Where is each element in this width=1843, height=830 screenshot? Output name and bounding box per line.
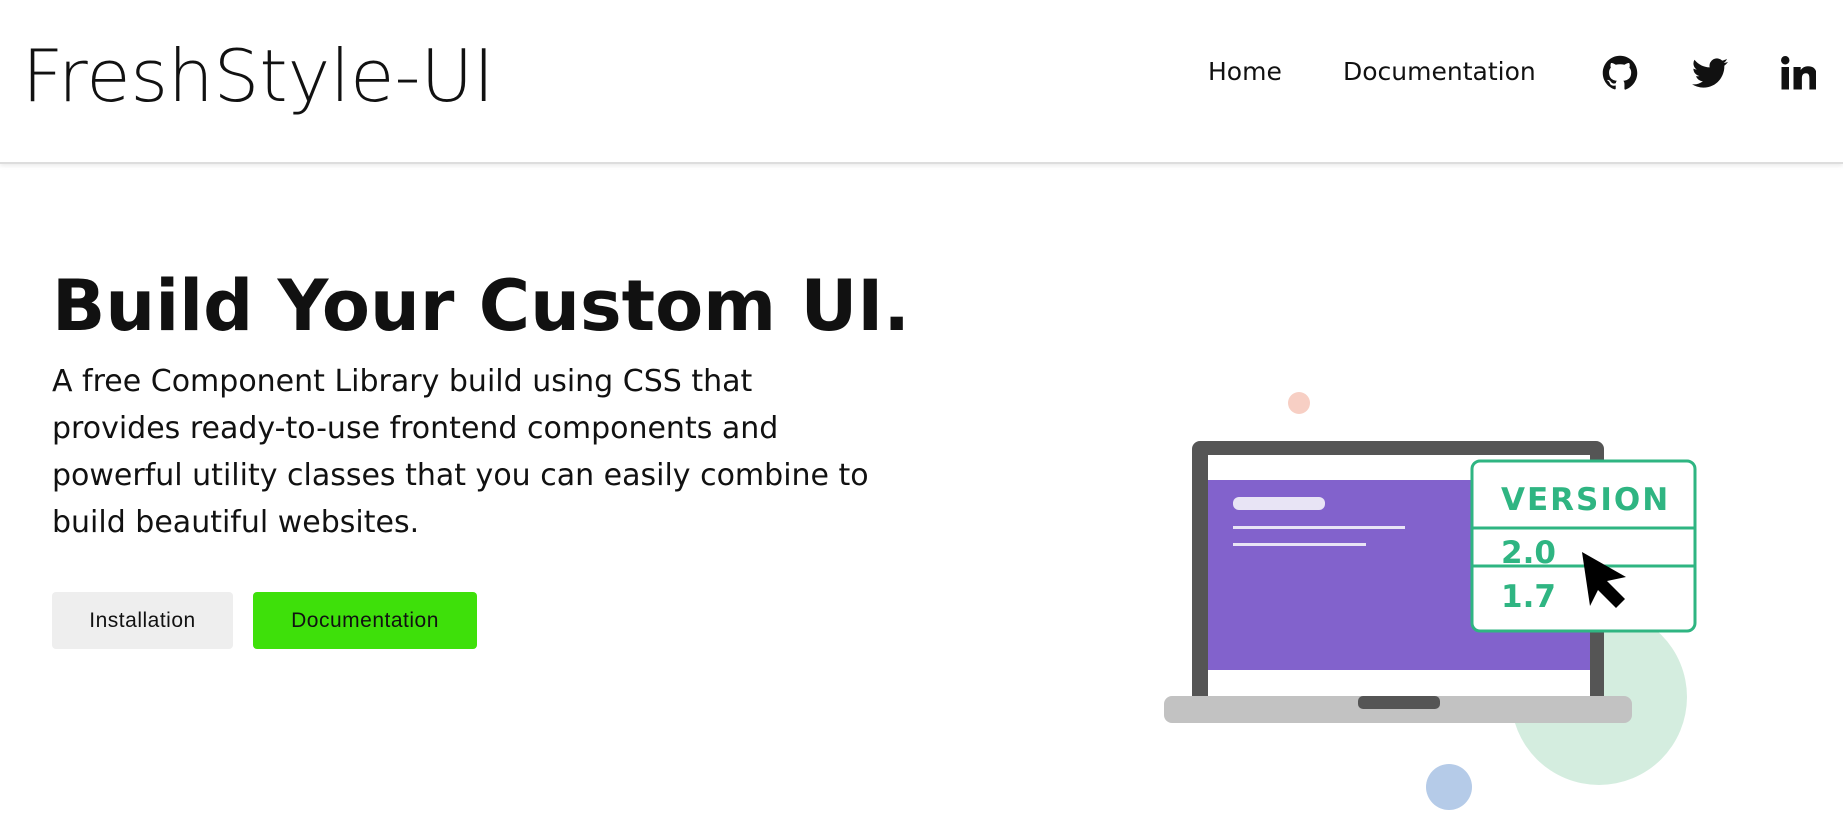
version-card-header: VERSION: [1501, 482, 1670, 518]
twitter-icon[interactable]: [1692, 55, 1728, 91]
brand-logo-text[interactable]: FreshStyle-UI: [22, 34, 494, 118]
hero-description: A free Component Library build using CSS…: [52, 364, 869, 540]
screen-line-1: [1233, 526, 1405, 529]
installation-button[interactable]: Installation: [52, 592, 233, 649]
linkedin-icon[interactable]: [1780, 55, 1816, 91]
navbar: FreshStyle-UI Home Documentation: [0, 0, 1843, 164]
nav-link-documentation[interactable]: Documentation: [1343, 57, 1536, 86]
laptop-version-illustration: VERSION 2.0 1.7: [1164, 392, 1697, 810]
screen-title-bar: [1233, 497, 1325, 510]
laptop-notch: [1358, 696, 1440, 709]
documentation-button[interactable]: Documentation: [253, 592, 477, 649]
decor-circle-pink: [1288, 392, 1310, 414]
decor-circle-blue: [1426, 764, 1472, 810]
nav-link-home[interactable]: Home: [1208, 57, 1282, 86]
hero-title: Build Your Custom UI.: [52, 265, 910, 347]
hero-illustration: VERSION 2.0 1.7: [1150, 380, 1710, 820]
version-option-2-0: 2.0: [1501, 535, 1556, 571]
github-icon[interactable]: [1602, 55, 1638, 91]
screen-line-2: [1233, 543, 1366, 546]
version-option-1-7: 1.7: [1501, 579, 1556, 615]
